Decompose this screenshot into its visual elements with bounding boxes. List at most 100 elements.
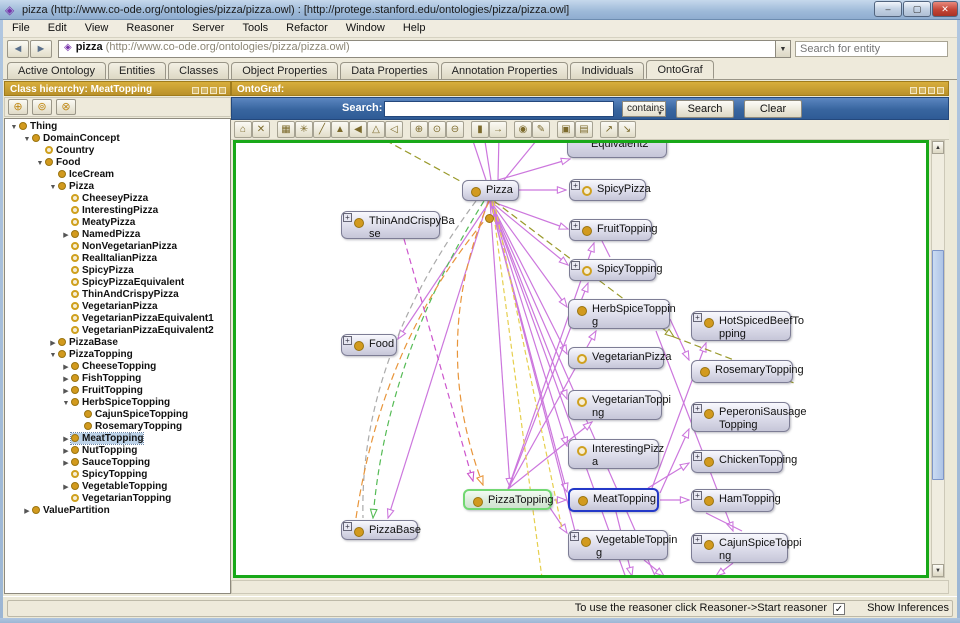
tab-individuals[interactable]: Individuals: [570, 62, 644, 79]
tree-item-NonVegetarianPizza[interactable]: NonVegetarianPizza: [5, 241, 230, 253]
tree-item-SpicyPizza[interactable]: SpicyPizza: [5, 265, 230, 277]
zoom-reset-icon[interactable]: ⊙: [428, 121, 446, 138]
tree-item-Country[interactable]: Country: [5, 145, 230, 157]
minimize-button[interactable]: ‒: [874, 1, 902, 17]
export-dot-icon[interactable]: ↘: [618, 121, 636, 138]
tree-item-RealItalianPizza[interactable]: RealItalianPizza: [5, 253, 230, 265]
ontology-selector[interactable]: ◈pizza (http://www.co-ode.org/ontologies…: [58, 40, 776, 58]
close-button[interactable]: ✕: [932, 1, 958, 17]
clear-graph-icon[interactable]: ✕: [252, 121, 270, 138]
expand-node-icon[interactable]: +: [693, 313, 702, 322]
expand-node-icon[interactable]: +: [343, 336, 352, 345]
ontology-selector-dropdown-icon[interactable]: ▼: [775, 40, 791, 58]
graph-node-spicy-topping[interactable]: +SpicyTopping: [569, 259, 656, 281]
tree-item-ValuePartition[interactable]: ▶ValuePartition: [5, 505, 230, 517]
menu-refactor[interactable]: Refactor: [277, 20, 337, 36]
expander-icon[interactable]: ▼: [48, 350, 58, 362]
tab-ontograf[interactable]: OntoGraf: [646, 60, 713, 79]
annotate-icon[interactable]: ✎: [532, 121, 550, 138]
graph-node-food[interactable]: +Food: [341, 334, 397, 356]
graph-node-vegetarian-pizza-equivalent2[interactable]: VegetarianPizza Equivalent2: [567, 140, 667, 158]
forward-button[interactable]: ►: [30, 40, 52, 58]
graph-node-interesting-pizza[interactable]: InterestingPizz a: [568, 439, 659, 469]
tree-item-FruitTopping[interactable]: ▶FruitTopping: [5, 385, 230, 397]
delete-class-button[interactable]: ⊗: [56, 99, 76, 115]
graph-node-pizza-base[interactable]: +PizzaBase: [341, 520, 418, 540]
tree-item-IceCream[interactable]: IceCream: [5, 169, 230, 181]
graph-node-thin-and-crispy-base[interactable]: +ThinAndCrispyBa se: [341, 211, 440, 239]
menu-tools[interactable]: Tools: [233, 20, 277, 36]
graph-node-hot-spiced-beef-topping[interactable]: +HotSpicedBeefTo pping: [691, 311, 791, 341]
tree-item-VegetableTopping[interactable]: ▶VegetableTopping: [5, 481, 230, 493]
scroll-up-icon[interactable]: ▲: [932, 141, 944, 154]
graph-node-vegetarian-topping[interactable]: VegetarianToppi ng: [568, 390, 662, 420]
tree-item-CajunSpiceTopping[interactable]: CajunSpiceTopping: [5, 409, 230, 421]
tree-item-MeatyPizza[interactable]: MeatyPizza: [5, 217, 230, 229]
tree-item-RosemaryTopping[interactable]: RosemaryTopping: [5, 421, 230, 433]
radial-layout-icon[interactable]: ✳: [295, 121, 313, 138]
tree-layout-vertical-icon[interactable]: ▲: [331, 121, 349, 138]
menu-file[interactable]: File: [3, 20, 39, 36]
graph-node-spicy-pizza[interactable]: +SpicyPizza: [569, 179, 646, 201]
zoom-out-icon[interactable]: ⊖: [446, 121, 464, 138]
graph-search-input[interactable]: [384, 101, 614, 117]
graph-node-fruit-topping[interactable]: +FruitTopping: [569, 219, 652, 241]
graph-node-peperoni-sausage-topping[interactable]: +PeperoniSausage Topping: [691, 402, 790, 432]
tree-item-NutTopping[interactable]: ▶NutTopping: [5, 445, 230, 457]
scrollbar-thumb[interactable]: [932, 250, 944, 480]
tree-layout-horizontal-icon[interactable]: ◀: [349, 121, 367, 138]
graph-node-herb-spice-topping[interactable]: HerbSpiceToppin g: [568, 299, 670, 329]
expand-node-icon[interactable]: +: [571, 181, 580, 190]
tab-object-properties[interactable]: Object Properties: [231, 62, 338, 79]
graph-vertical-scrollbar[interactable]: ▲ ▼: [931, 140, 945, 578]
graph-node-vegetarian-pizza[interactable]: VegetarianPizza: [568, 347, 664, 369]
graph-node-pizza-topping[interactable]: PizzaTopping: [463, 489, 552, 510]
expand-node-icon[interactable]: +: [693, 452, 702, 461]
menu-reasoner[interactable]: Reasoner: [117, 20, 183, 36]
menu-help[interactable]: Help: [394, 20, 435, 36]
screenshot-icon[interactable]: ◉: [514, 121, 532, 138]
tree-item-HerbSpiceTopping[interactable]: ▼HerbSpiceTopping: [5, 397, 230, 409]
spring-layout-icon[interactable]: ╱: [313, 121, 331, 138]
tree-item-DomainConcept[interactable]: ▼DomainConcept: [5, 133, 230, 145]
tree-item-CheeseTopping[interactable]: ▶CheeseTopping: [5, 361, 230, 373]
add-subclass-button[interactable]: ⊕: [8, 99, 28, 115]
export-image-icon[interactable]: ↗: [600, 121, 618, 138]
expander-icon[interactable]: ▼: [61, 398, 71, 410]
expand-node-icon[interactable]: +: [693, 535, 702, 544]
tree-item-SauceTopping[interactable]: ▶SauceTopping: [5, 457, 230, 469]
tree-item-ThinAndCrispyPizza[interactable]: ThinAndCrispyPizza: [5, 289, 230, 301]
expand-node-icon[interactable]: +: [571, 261, 580, 270]
tab-annotation-properties[interactable]: Annotation Properties: [441, 62, 569, 79]
menu-edit[interactable]: Edit: [39, 20, 76, 36]
tree-item-VegetarianPizza[interactable]: VegetarianPizza: [5, 301, 230, 313]
graph-node-ham-topping[interactable]: +HamTopping: [691, 489, 774, 512]
entity-search-input[interactable]: [795, 41, 948, 57]
export-view-icon[interactable]: →: [489, 121, 507, 138]
tree-item-InterestingPizza[interactable]: InterestingPizza: [5, 205, 230, 217]
expand-node-icon[interactable]: +: [693, 404, 702, 413]
expand-node-icon[interactable]: +: [570, 532, 579, 541]
tree-item-SpicyTopping[interactable]: SpicyTopping: [5, 469, 230, 481]
tree-layout-vertical-alt-icon[interactable]: △: [367, 121, 385, 138]
tab-active-ontology[interactable]: Active Ontology: [7, 62, 106, 79]
graph-canvas[interactable]: VegetarianPizza Equivalent2Pizza+SpicyPi…: [233, 140, 929, 578]
home-icon[interactable]: ⌂: [234, 121, 252, 138]
tree-item-PizzaTopping[interactable]: ▼PizzaTopping: [5, 349, 230, 361]
tree-item-MeatTopping[interactable]: ▶MeatTopping: [5, 433, 230, 445]
tree-item-VegetarianTopping[interactable]: VegetarianTopping: [5, 493, 230, 505]
back-button[interactable]: ◄: [7, 40, 29, 58]
expand-node-icon[interactable]: +: [693, 491, 702, 500]
clear-button[interactable]: Clear: [744, 100, 802, 118]
expander-icon[interactable]: ▶: [22, 506, 32, 518]
search-button[interactable]: Search: [676, 100, 734, 118]
menu-server[interactable]: Server: [183, 20, 233, 36]
tree-item-VegetarianPizzaEquivalent1[interactable]: VegetarianPizzaEquivalent1: [5, 313, 230, 325]
tree-item-Food[interactable]: ▼Food: [5, 157, 230, 169]
open-graph-icon[interactable]: ▤: [575, 121, 593, 138]
stoplight-icon[interactable]: ▮: [471, 121, 489, 138]
menu-window[interactable]: Window: [337, 20, 394, 36]
scroll-down-icon[interactable]: ▼: [932, 564, 944, 577]
expander-icon[interactable]: ▼: [9, 122, 19, 134]
tree-item-SpicyPizzaEquivalent[interactable]: SpicyPizzaEquivalent: [5, 277, 230, 289]
